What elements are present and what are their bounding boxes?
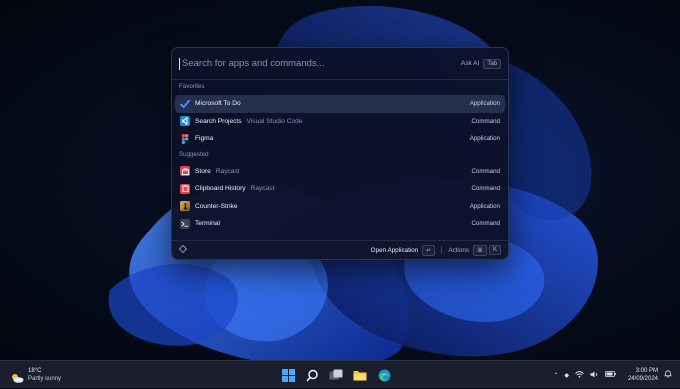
terminal-icon [180, 218, 190, 229]
notification-bell-icon[interactable] [664, 370, 672, 380]
section-favorites-title: Favorites [179, 83, 205, 90]
list-item[interactable]: Microsoft To Do Application [175, 95, 505, 113]
text-caret [179, 57, 180, 70]
item-subtitle: Visual Studio Code [246, 117, 303, 125]
item-title: Search Projects [195, 117, 242, 125]
item-title: Counter-Strike [195, 202, 238, 210]
weather-widget[interactable]: 18°C Partly sunny [10, 367, 61, 383]
item-subtitle: Raycast [215, 167, 240, 175]
file-explorer-icon[interactable] [350, 365, 370, 385]
favorites-list: Microsoft To Do Application Search Proje… [172, 94, 508, 148]
item-title: Clipboard History [195, 185, 246, 193]
item-type: Application [469, 202, 500, 210]
store-icon [180, 166, 190, 177]
item-title: Figma [195, 135, 214, 143]
actions-button[interactable]: Actions [448, 247, 469, 254]
taskbar: 18°C Partly sunny ⌃ ◆ 3:00 PM 24/09/2024 [0, 360, 680, 388]
system-tray: ⌃ ◆ 3:00 PM 24/09/2024 [553, 361, 672, 389]
suggested-list: Store Raycast Command Clipboard History … [172, 162, 508, 233]
cmd-key-hint: ⌘ [472, 244, 487, 256]
ask-ai-label[interactable]: Ask AI [461, 60, 479, 67]
clock-time: 3:00 PM [635, 368, 658, 374]
item-type: Command [471, 167, 500, 175]
clock-date: 24/09/2024 [627, 376, 658, 382]
item-type: Application [469, 100, 500, 108]
clipboard-icon [180, 183, 190, 194]
volume-icon[interactable] [590, 371, 599, 380]
item-title: Terminal [195, 220, 220, 228]
counter-strike-icon [180, 201, 190, 212]
item-type: Application [469, 135, 500, 143]
list-item[interactable]: Store Raycast Command [175, 163, 505, 181]
item-title: Microsoft To Do [195, 100, 241, 108]
section-suggested-title: Suggested [179, 150, 209, 158]
list-item[interactable]: Figma Application [175, 130, 505, 148]
search-icon[interactable] [302, 365, 322, 385]
windows-start-icon[interactable] [278, 365, 298, 385]
item-subtitle: Raycast [250, 185, 275, 193]
list-item[interactable]: Counter-Strike Application [175, 198, 505, 216]
list-item[interactable]: Search Projects Visual Studio Code Comma… [175, 113, 505, 131]
raycast-logo-icon [178, 244, 188, 255]
k-key-hint: K [488, 245, 501, 255]
search-bar: Ask AI Tab [172, 48, 508, 80]
wifi-icon[interactable] [575, 370, 584, 380]
partly-sunny-icon [10, 370, 24, 383]
list-item[interactable]: Clipboard History Raycast Command [175, 180, 505, 198]
clock[interactable]: 3:00 PM 24/09/2024 [628, 367, 658, 383]
enter-key-hint: ↵ [422, 244, 436, 256]
action-bar: Open Application ↵ Actions ⌘ K [172, 240, 508, 259]
search-input[interactable] [182, 58, 461, 69]
raycast-tray-icon[interactable]: ◆ [564, 372, 569, 379]
figma-icon [180, 133, 190, 144]
vscode-icon [180, 116, 190, 127]
item-title: Store [195, 167, 211, 175]
check-icon [180, 99, 190, 109]
chevron-up-icon[interactable]: ⌃ [553, 372, 558, 379]
battery-icon[interactable] [605, 371, 616, 379]
item-type: Command [471, 117, 500, 125]
raycast-launcher: Ask AI Tab Favorites Microsoft To Do App… [171, 47, 509, 260]
desktop: Ask AI Tab Favorites Microsoft To Do App… [0, 0, 680, 360]
weather-temperature: 18°C [28, 367, 42, 374]
list-item[interactable]: Terminal Command [175, 215, 505, 233]
edge-browser-icon[interactable] [374, 365, 394, 385]
footer-divider [441, 246, 443, 254]
task-view-icon[interactable] [326, 365, 346, 385]
weather-description: Partly sunny [28, 375, 62, 382]
item-type: Command [471, 185, 500, 193]
item-type: Command [471, 220, 500, 228]
taskbar-apps [278, 365, 394, 385]
ask-ai-shortcut: Tab [483, 58, 501, 69]
open-application-button[interactable]: Open Application [371, 247, 419, 254]
